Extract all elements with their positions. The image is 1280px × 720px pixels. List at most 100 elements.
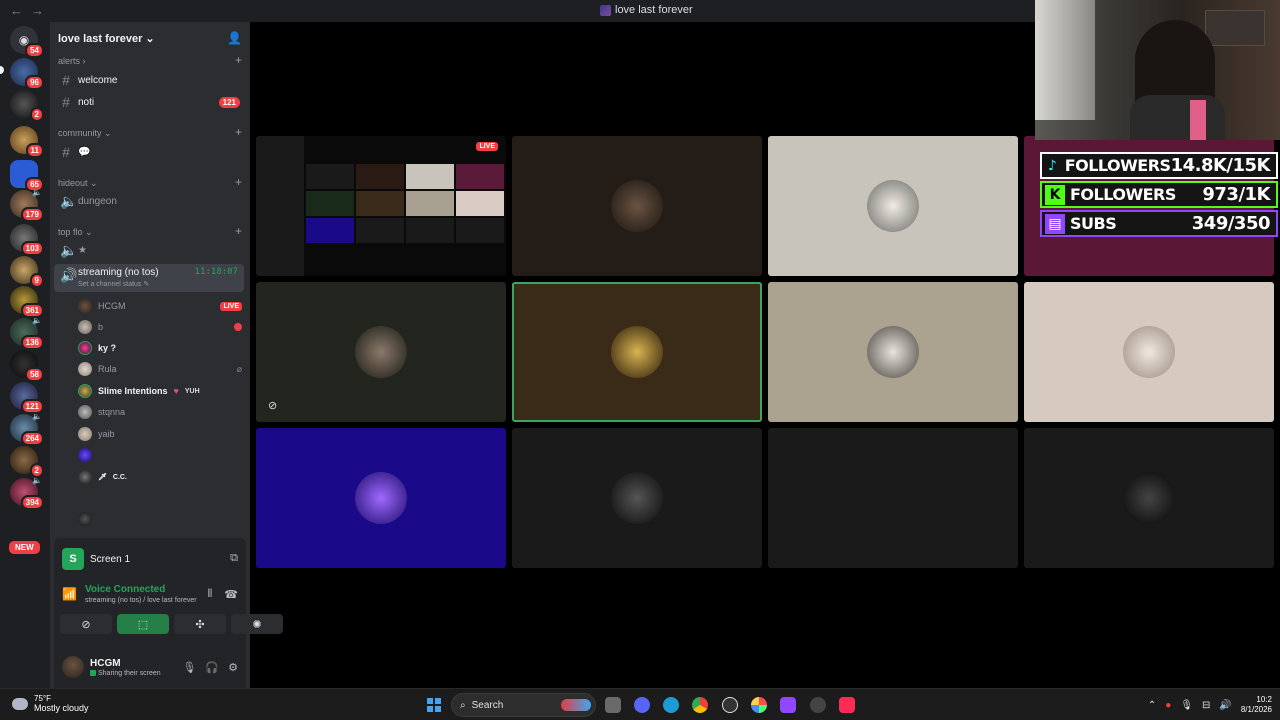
user-avatar[interactable] [62, 656, 84, 678]
camera-off-button[interactable]: ⊘ [60, 614, 112, 634]
server-icon-6[interactable]: 103 [10, 224, 44, 256]
screen-share-button[interactable]: ⬚ [117, 614, 169, 634]
video-tile-7[interactable] [768, 282, 1018, 422]
headphones-icon[interactable]: 🎧 [205, 661, 219, 674]
new-servers-badge[interactable]: NEW [6, 538, 43, 557]
participant-avatar [611, 326, 663, 378]
paint-app-icon[interactable] [751, 697, 767, 713]
server-icon-12[interactable]: 🔈 264 [10, 412, 44, 446]
microphone-icon[interactable]: 🎙 [182, 661, 196, 674]
start-button[interactable] [427, 698, 441, 712]
discord-home-icon[interactable]: ◉ 54 [10, 26, 44, 58]
avatar [78, 448, 92, 462]
member-name: Slime Intentions [98, 386, 168, 396]
add-channel-icon[interactable]: + [235, 175, 242, 189]
category-alerts[interactable]: alerts › + [58, 53, 242, 67]
mention-count: 121 [218, 96, 240, 108]
channel-status[interactable]: Set a channel status ✎ [78, 280, 149, 288]
server-icon-7[interactable]: 9 [10, 256, 44, 288]
media-player-icon[interactable] [722, 697, 738, 713]
video-tile-2[interactable] [512, 136, 762, 276]
video-tile-9[interactable] [256, 428, 506, 568]
popout-icon[interactable]: ⧉ [230, 552, 238, 565]
server-icon-2[interactable]: 2 [10, 90, 44, 122]
kick-icon: K [1045, 184, 1065, 205]
video-tile-5[interactable]: ⊘ [256, 282, 506, 422]
tiktok-app-icon[interactable] [839, 697, 855, 713]
activities-button[interactable]: ✣ [174, 614, 226, 634]
twitch-app-icon[interactable] [780, 697, 796, 713]
tray-app-icon[interactable]: ● [1165, 700, 1171, 711]
member-blue[interactable] [78, 446, 242, 464]
category-top-flo[interactable]: top flo ⌄ + [58, 224, 242, 238]
add-channel-icon[interactable]: + [235, 125, 242, 139]
video-tile-10[interactable] [512, 428, 762, 568]
category-community[interactable]: community ⌄ + [58, 125, 242, 139]
server-icon-1[interactable]: 96 [10, 58, 44, 90]
category-hideout[interactable]: hideout ⌄ + [58, 175, 242, 189]
chrome-app-icon[interactable] [692, 697, 708, 713]
volume-icon[interactable]: 🔊 [1219, 700, 1231, 711]
weather-widget[interactable]: 75°F Mostly cloudy [12, 694, 89, 713]
video-tile-8[interactable] [1024, 282, 1274, 422]
add-channel-icon[interactable]: + [235, 224, 242, 238]
nav-arrows[interactable]: ←→ [10, 3, 52, 18]
member-name: C.C. [112, 473, 127, 481]
soundboard-button[interactable]: ✺ [231, 614, 283, 634]
add-channel-icon[interactable]: + [235, 53, 242, 67]
member-ky[interactable]: ky ? [78, 339, 242, 357]
microphone-tray-icon[interactable]: 🎙 [1180, 700, 1193, 711]
member-name: HCGM [98, 301, 126, 311]
chevron-up-icon[interactable]: ⌃ [1148, 700, 1156, 711]
server-icon-4[interactable]: 65 [10, 160, 44, 192]
channel-star[interactable]: 🔈 ★ [54, 240, 244, 260]
server-header[interactable]: love last forever ⌄ 👤 [50, 22, 250, 54]
stream-tile-screen[interactable]: LIVE [256, 136, 506, 276]
server-icon-11[interactable]: 121 [10, 382, 44, 414]
streamer-webcam [1035, 0, 1280, 140]
video-tile-6[interactable] [512, 282, 762, 422]
channel-welcome[interactable]: # welcome [54, 70, 244, 90]
video-tile-3[interactable] [768, 136, 1018, 276]
screen-share-row[interactable]: S Screen 1 [62, 548, 130, 570]
network-icon[interactable]: ⊟ [1202, 700, 1210, 711]
server-icon-13[interactable]: 2 [10, 446, 44, 478]
server-icon-8[interactable]: 361 [10, 286, 44, 318]
member-rula[interactable]: Rula ⌀ [78, 360, 242, 378]
video-tile-12[interactable] [1024, 428, 1274, 568]
edge-app-icon[interactable] [663, 697, 679, 713]
webcam-window [1035, 0, 1095, 120]
channel-dungeon[interactable]: 🔈 dungeon [54, 191, 244, 211]
voice-connected[interactable]: 📶 Voice Connected streaming (no tos) / l… [62, 584, 197, 604]
task-view-icon[interactable] [605, 697, 621, 713]
member-slime[interactable]: Slime Intentions ♥ YUH [78, 382, 242, 400]
participant-avatar [867, 326, 919, 378]
server-icon-14[interactable]: 🔈 394 [10, 476, 44, 510]
member-last[interactable] [78, 510, 242, 528]
disconnect-icon[interactable]: ☎ [224, 588, 238, 601]
server-badge: 11 [25, 143, 44, 158]
member-cc[interactable]: 🗡 C.C. [78, 468, 242, 486]
member-yaib[interactable]: yaib [78, 425, 242, 443]
noise-suppression-icon[interactable]: ⦀ [207, 588, 212, 601]
channel-noti[interactable]: # noti 121 [54, 92, 244, 112]
discord-app-icon[interactable] [634, 697, 650, 713]
channel-chat[interactable]: # 💬 [54, 142, 244, 162]
server-icon-10[interactable]: 58 [10, 350, 44, 382]
server-icon-9[interactable]: 🔈 136 [10, 316, 44, 350]
participant-avatar [1123, 472, 1175, 524]
obs-app-icon[interactable] [810, 697, 826, 713]
member-b[interactable]: b [78, 318, 242, 336]
video-tile-11[interactable] [768, 428, 1018, 568]
member-name: b [98, 322, 104, 332]
server-icon-3[interactable]: 11 [10, 126, 44, 158]
taskbar-search[interactable]: ⌕ Search [451, 693, 596, 717]
server-icon-5[interactable]: 🔈 179 [10, 188, 44, 222]
settings-gear-icon[interactable]: ⚙ [228, 661, 238, 674]
clock[interactable]: 10:2 8/1/2026 [1241, 695, 1272, 715]
member-stqnna[interactable]: stqnna [78, 403, 242, 421]
add-member-icon[interactable]: 👤 [227, 31, 242, 45]
channel-streaming[interactable]: 🔊 streaming (no tos) 11:18:07 Set a chan… [54, 264, 244, 292]
speaker-icon: 🔈 [32, 412, 42, 421]
member-hcgm[interactable]: HCGM LIVE [78, 297, 242, 315]
